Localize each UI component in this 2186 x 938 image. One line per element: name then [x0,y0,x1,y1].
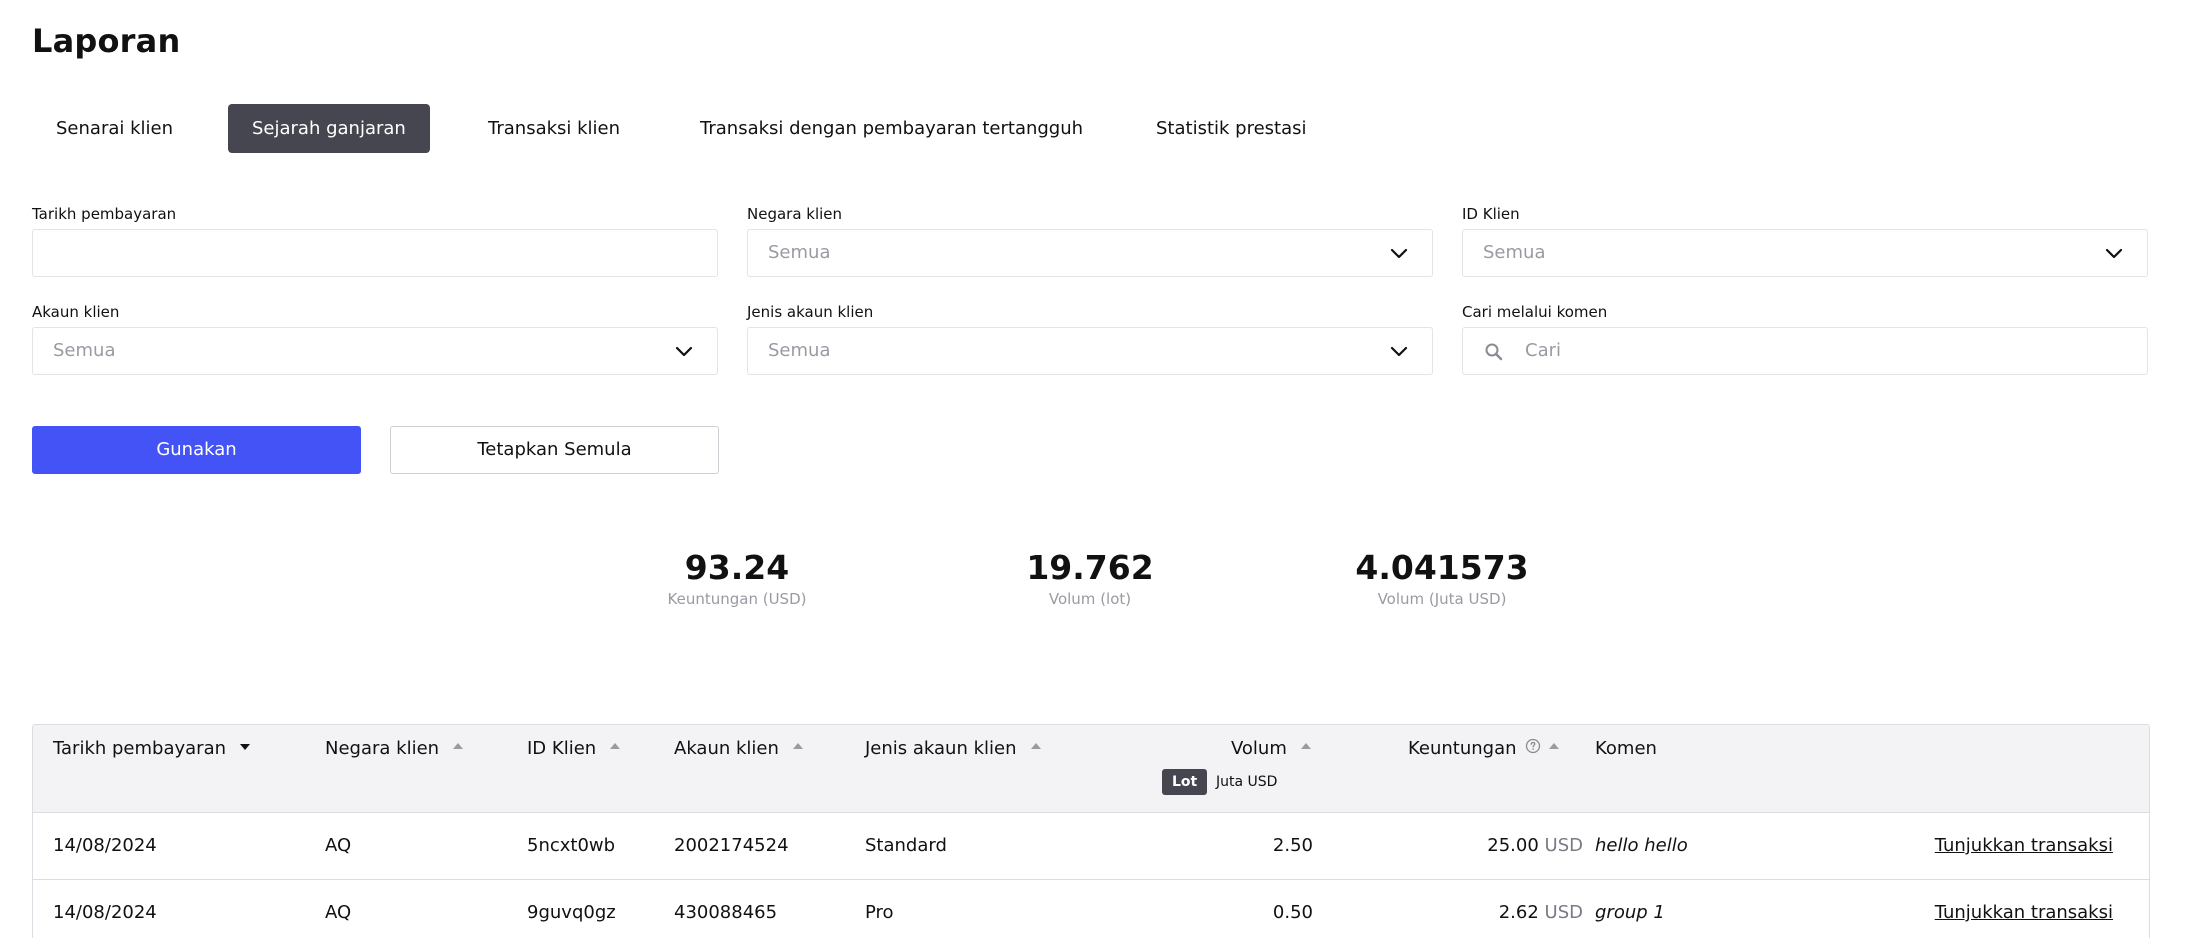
cell-profit-amount: 25.00 [1487,835,1539,856]
col-payment-date[interactable]: Tarikh pembayaran [53,735,251,763]
cell-profit-currency: USD [1544,902,1583,923]
chevron-down-icon [1390,248,1408,259]
stat-volume-lot: 19.762 Volum (lot) [940,548,1240,608]
client-account-select[interactable]: Semua [32,327,718,375]
sort-asc-icon [792,743,803,749]
tab-reward-history[interactable]: Sejarah ganjaran [228,104,430,153]
reset-button[interactable]: Tetapkan Semula [390,426,719,474]
stat-volume-musd-label: Volum (Juta USD) [1377,590,1507,608]
page-title: Laporan [32,22,181,60]
comment-search-label: Cari melalui komen [1462,303,1608,321]
account-type-placeholder: Semua [768,340,831,361]
stat-profit: 93.24 Keuntungan (USD) [587,548,887,608]
cell-account: 2002174524 [674,835,789,856]
client-id-select[interactable]: Semua [1462,229,2148,277]
tab-client-list[interactable]: Senarai klien [56,104,173,153]
col-client-id[interactable]: ID Klien [527,735,621,763]
comment-search-input[interactable]: Cari [1462,327,2148,375]
cell-account: 430088465 [674,902,778,923]
search-icon [1485,343,1503,361]
account-type-label: Jenis akaun klien [747,303,874,321]
tab-client-transactions[interactable]: Transaksi klien [488,104,620,153]
cell-comment: group 1 [1595,902,1665,923]
stat-volume-musd-value: 4.041573 [1355,548,1529,587]
payment-date-label: Tarikh pembayaran [32,205,177,223]
cell-volume: 2.50 [1272,835,1313,856]
cell-comment: hello hello [1595,835,1688,856]
rewards-table: Tarikh pembayaran Negara klien ID Klien … [32,724,2150,938]
cell-date: 14/08/2024 [53,902,157,923]
sort-asc-icon [1030,743,1041,749]
chevron-down-icon [675,346,693,357]
unit-million-usd-button[interactable]: Juta USD [1206,769,1287,795]
cell-profit: 2.62 USD [1353,880,1583,938]
tab-performance-statistics[interactable]: Statistik prestasi [1156,104,1307,153]
client-id-label: ID Klien [1462,205,1520,223]
col-volume[interactable]: Volum [1231,735,1311,763]
stat-volume-lot-value: 19.762 [1026,548,1154,587]
chevron-down-icon [1390,346,1408,357]
table-row: 14/08/2024 AQ 9guvq0gz 430088465 Pro 0.5… [33,880,2149,938]
sort-asc-icon [453,743,464,749]
stat-volume-lot-label: Volum (lot) [1048,590,1132,608]
col-client-account[interactable]: Akaun klien [674,735,803,763]
cell-country: AQ [325,835,352,856]
cell-account-type: Pro [865,902,894,923]
comment-search-placeholder: Cari [1525,340,1561,361]
account-type-select[interactable]: Semua [747,327,1433,375]
client-id-placeholder: Semua [1483,242,1546,263]
table-row: 14/08/2024 AQ 5ncxt0wb 2002174524 Standa… [33,813,2149,880]
sort-asc-icon [1300,743,1311,749]
tab-deferred-payment-transactions[interactable]: Transaksi dengan pembayaran tertangguh [700,104,1083,153]
cell-account-type: Standard [865,835,947,856]
show-transactions-link[interactable]: Tunjukkan transaksi [1883,880,2113,938]
col-profit[interactable]: Keuntungan [1408,735,1559,763]
cell-profit-currency: USD [1544,835,1583,856]
cell-profit-amount: 2.62 [1498,902,1539,923]
client-country-select[interactable]: Semua [747,229,1433,277]
sort-desc-icon [240,744,251,750]
apply-button[interactable]: Gunakan [32,426,361,474]
cell-country: AQ [325,902,352,923]
cell-client-id: 5ncxt0wb [527,835,616,856]
help-circle-icon[interactable] [1525,738,1541,754]
client-account-label: Akaun klien [32,303,120,321]
col-account-type[interactable]: Jenis akaun klien [865,735,1041,763]
cell-volume: 0.50 [1272,902,1313,923]
chevron-down-icon [2105,248,2123,259]
col-client-country[interactable]: Negara klien [325,735,464,763]
sort-asc-icon [610,743,621,749]
cell-client-id: 9guvq0gz [527,902,616,923]
show-transactions-link[interactable]: Tunjukkan transaksi [1883,813,2113,879]
sort-asc-icon [1548,743,1559,749]
client-country-label: Negara klien [747,205,843,223]
stat-profit-value: 93.24 [684,548,790,587]
cell-date: 14/08/2024 [53,835,157,856]
client-account-placeholder: Semua [53,340,116,361]
col-comment: Komen [1595,738,1657,759]
cell-profit: 25.00 USD [1353,813,1583,879]
payment-date-field[interactable] [32,229,718,277]
stat-volume-musd: 4.041573 Volum (Juta USD) [1292,548,1592,608]
unit-lot-button[interactable]: Lot [1162,769,1208,795]
table-header: Tarikh pembayaran Negara klien ID Klien … [33,725,2149,813]
client-country-placeholder: Semua [768,242,831,263]
stat-profit-label: Keuntungan (USD) [667,590,807,608]
